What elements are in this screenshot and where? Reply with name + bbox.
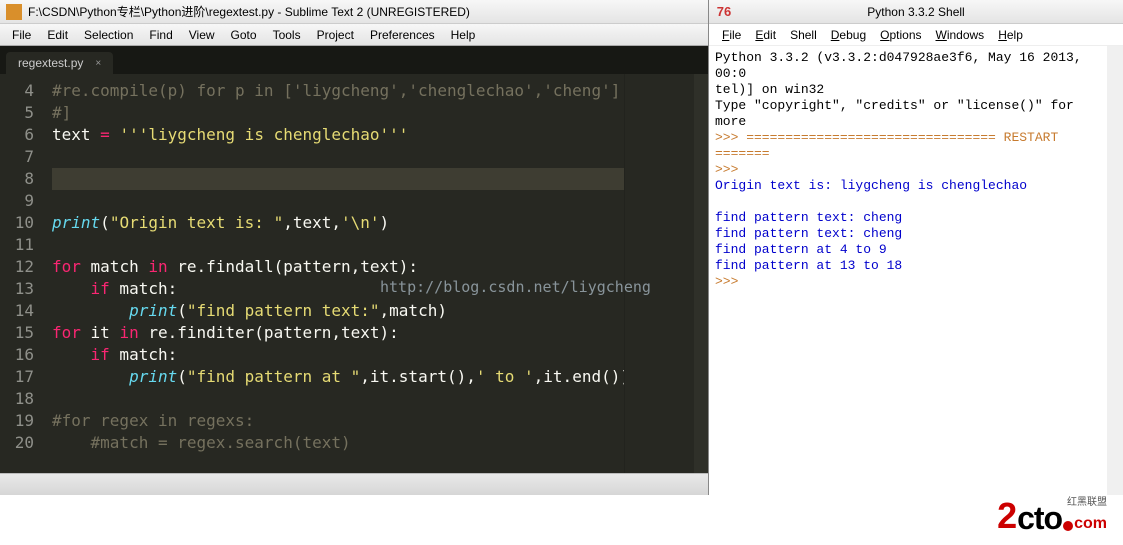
menu-options[interactable]: Options: [873, 26, 928, 44]
tab-regextest[interactable]: regextest.py ×: [6, 52, 113, 74]
shell-line: Origin text is: liygcheng is chenglechao: [715, 178, 1101, 194]
menu-goto[interactable]: Goto: [223, 26, 265, 44]
menu-help[interactable]: Help: [443, 26, 484, 44]
menu-windows[interactable]: Windows: [929, 26, 992, 44]
shell-line: find pattern at 13 to 18: [715, 258, 1101, 274]
idle-icon: 76: [716, 4, 732, 20]
shell-line: find pattern text: cheng: [715, 210, 1101, 226]
shell-line: >>> ================================ RES…: [715, 130, 1101, 162]
menu-edit[interactable]: Edit: [748, 26, 783, 44]
code-line[interactable]: if match:: [52, 278, 624, 300]
window-title: F:\CSDN\Python专栏\Python进阶\regextest.py -…: [28, 3, 470, 20]
logo-com: com: [1074, 515, 1107, 533]
sublime-window: F:\CSDN\Python专栏\Python进阶\regextest.py -…: [0, 0, 709, 495]
logo-dot-icon: [1063, 521, 1073, 531]
menu-preferences[interactable]: Preferences: [362, 26, 443, 44]
code-line[interactable]: for it in re.finditer(pattern,text):: [52, 322, 624, 344]
code-line[interactable]: #re.compile(p) for p in ['liygcheng','ch…: [52, 80, 624, 102]
code-line[interactable]: pattern = 'cheng': [52, 168, 624, 190]
shell-line: [715, 194, 1101, 210]
code-line[interactable]: if match:: [52, 344, 624, 366]
code-line[interactable]: print("find pattern at ",it.start(),' to…: [52, 366, 624, 388]
code-line[interactable]: #for regex in regexs:: [52, 410, 624, 432]
shell-line: Python 3.3.2 (v3.3.2:d047928ae3f6, May 1…: [715, 50, 1101, 82]
idle-window: 76 Python 3.3.2 Shell FileEditShellDebug…: [709, 0, 1123, 495]
shell-line: >>>: [715, 274, 1101, 290]
shell-line: find pattern at 4 to 9: [715, 242, 1101, 258]
code-area[interactable]: #re.compile(p) for p in ['liygcheng','ch…: [42, 74, 624, 473]
code-line[interactable]: print("Origin text is: ",text,'\n'): [52, 212, 624, 234]
code-line[interactable]: print("find pattern text:",match): [52, 300, 624, 322]
menu-selection[interactable]: Selection: [76, 26, 141, 44]
menu-file[interactable]: File: [715, 26, 748, 44]
code-line[interactable]: [52, 388, 624, 410]
menu-project[interactable]: Project: [309, 26, 362, 44]
code-line[interactable]: [52, 146, 624, 168]
shell-output[interactable]: Python 3.3.2 (v3.3.2:d047928ae3f6, May 1…: [709, 46, 1107, 495]
menu-edit[interactable]: Edit: [39, 26, 76, 44]
logo-cto: cto: [1017, 500, 1062, 537]
close-icon[interactable]: ×: [95, 58, 101, 69]
scrollbar-vertical[interactable]: [694, 74, 708, 473]
menu-find[interactable]: Find: [141, 26, 180, 44]
logo-cn: 红黑联盟: [1067, 493, 1107, 508]
code-line[interactable]: for match in re.findall(pattern,text):: [52, 256, 624, 278]
code-line[interactable]: #]: [52, 102, 624, 124]
idle-titlebar[interactable]: 76 Python 3.3.2 Shell: [709, 0, 1123, 24]
menu-shell[interactable]: Shell: [783, 26, 824, 44]
sublime-titlebar[interactable]: F:\CSDN\Python专栏\Python进阶\regextest.py -…: [0, 0, 708, 24]
idle-title: Python 3.3.2 Shell: [867, 5, 964, 19]
code-editor[interactable]: 4567891011121314151617181920 #re.compile…: [0, 74, 708, 473]
scrollbar-vertical[interactable]: [1107, 46, 1123, 495]
line-gutter: 4567891011121314151617181920: [0, 74, 42, 473]
menu-tools[interactable]: Tools: [265, 26, 309, 44]
shell-line: Type "copyright", "credits" or "license(…: [715, 98, 1101, 130]
minimap[interactable]: [624, 74, 694, 473]
code-line[interactable]: text = '''liygcheng is chenglechao''': [52, 124, 624, 146]
code-line[interactable]: [52, 190, 624, 212]
menu-help[interactable]: Help: [991, 26, 1030, 44]
sublime-menubar: FileEditSelectionFindViewGotoToolsProjec…: [0, 24, 708, 46]
tab-label: regextest.py: [18, 56, 83, 70]
menu-file[interactable]: File: [4, 26, 39, 44]
menu-view[interactable]: View: [181, 26, 223, 44]
shell-line: tel)] on win32: [715, 82, 1101, 98]
app-icon: [6, 4, 22, 20]
menu-debug[interactable]: Debug: [824, 26, 873, 44]
shell-line: >>>: [715, 162, 1101, 178]
statusbar: [0, 473, 708, 495]
shell-line: find pattern text: cheng: [715, 226, 1101, 242]
logo-two: 2: [997, 495, 1017, 537]
code-line[interactable]: [52, 234, 624, 256]
code-line[interactable]: #match = regex.search(text): [52, 432, 624, 454]
idle-menubar: FileEditShellDebugOptionsWindowsHelp: [709, 24, 1123, 46]
site-logo: 红黑联盟 2 cto com: [997, 495, 1107, 537]
tab-bar: regextest.py ×: [0, 46, 708, 74]
